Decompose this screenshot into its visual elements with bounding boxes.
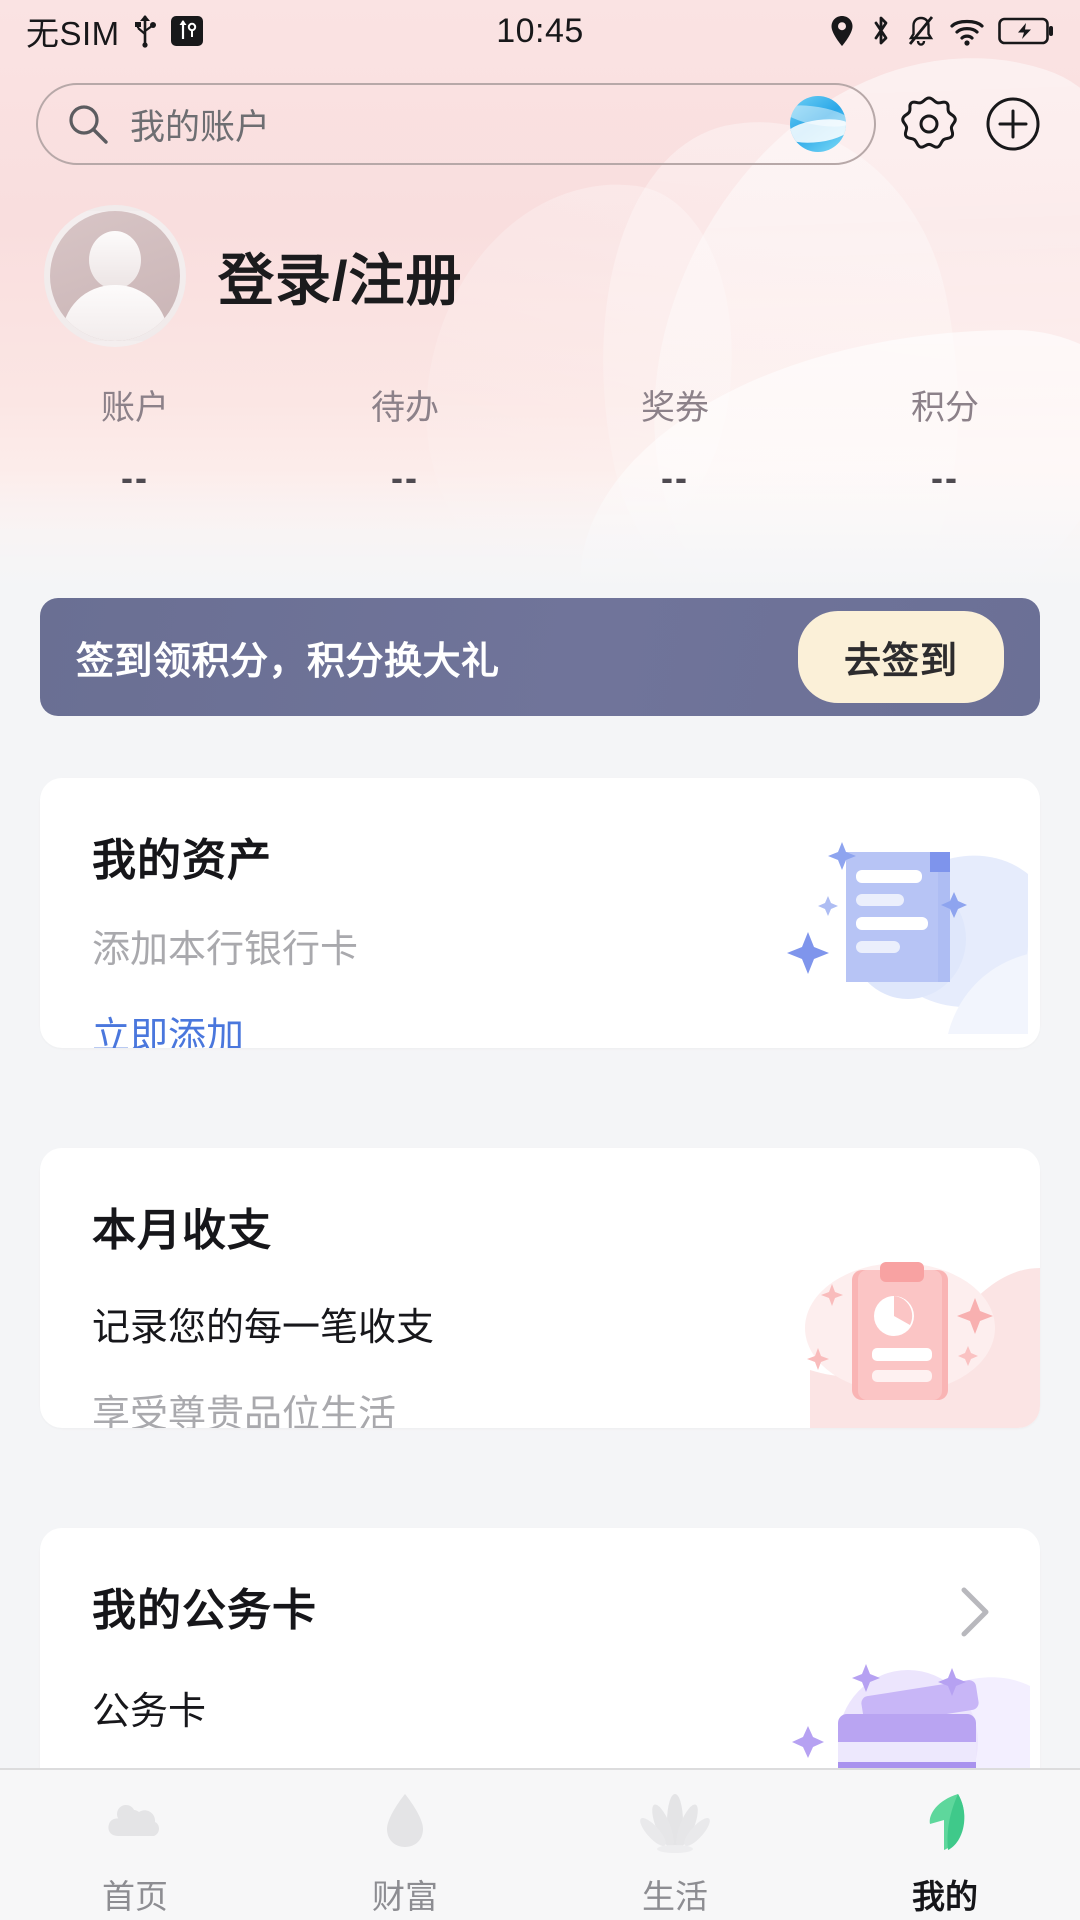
- status-bar: 无SIM 10:45: [0, 0, 1080, 62]
- search-placeholder: 我的账户: [130, 99, 270, 150]
- card-subtitle: 添加本行银行卡: [92, 918, 1040, 973]
- nav-label: 首页: [102, 1870, 168, 1918]
- plus-circle-icon: [983, 94, 1043, 154]
- nav-item-life[interactable]: 生活: [540, 1786, 810, 1918]
- card-subtitle: 记录您的每一笔收支: [92, 1296, 1040, 1351]
- stat-label: 积分: [810, 380, 1080, 429]
- add-button[interactable]: [982, 93, 1044, 155]
- app-screen: 无SIM 10:45: [0, 0, 1080, 1920]
- droplet-wealth-icon: [368, 1786, 442, 1860]
- nav-label: 财富: [372, 1870, 438, 1918]
- leaf-profile-icon: [908, 1786, 982, 1860]
- nav-item-profile[interactable]: 我的: [810, 1786, 1080, 1918]
- stat-label: 待办: [270, 380, 540, 429]
- stat-value: --: [0, 457, 270, 499]
- monthly-income-expense-card[interactable]: 本月收支 记录您的每一笔收支 享受尊贵品位生活: [40, 1148, 1040, 1428]
- settings-button[interactable]: [898, 93, 960, 155]
- nav-label: 我的: [912, 1870, 978, 1918]
- checkin-button[interactable]: 去签到: [798, 611, 1004, 703]
- card-caption: 享受尊贵品位生活: [92, 1383, 1040, 1428]
- login-register-label[interactable]: 登录/注册: [218, 236, 463, 317]
- search-icon: [66, 102, 110, 146]
- stat-value: --: [810, 457, 1080, 499]
- stat-item-account[interactable]: 账户 --: [0, 380, 270, 499]
- mute-icon: [906, 14, 936, 48]
- my-assets-card[interactable]: 我的资产 添加本行银行卡 立即添加: [40, 778, 1040, 1048]
- stat-item-points[interactable]: 积分 --: [810, 380, 1080, 499]
- lotus-life-icon: [638, 1786, 712, 1860]
- wifi-icon: [949, 14, 985, 48]
- card-subtitle: 公务卡: [92, 1680, 1040, 1735]
- card-title: 本月收支: [92, 1194, 1040, 1258]
- stat-label: 账户: [0, 380, 270, 429]
- nav-item-home[interactable]: 首页: [0, 1786, 270, 1918]
- chevron-right-icon[interactable]: [954, 1584, 994, 1640]
- nav-label: 生活: [642, 1870, 708, 1918]
- stat-value: --: [540, 457, 810, 499]
- search-input[interactable]: 我的账户: [36, 83, 876, 165]
- ai-orb-icon[interactable]: [790, 96, 846, 152]
- avatar[interactable]: [44, 205, 186, 347]
- card-title: 我的公务卡: [92, 1574, 1040, 1638]
- header-bar: 我的账户: [0, 78, 1080, 170]
- battery-charging-icon: [998, 15, 1054, 47]
- cloud-home-icon: [98, 1786, 172, 1860]
- add-card-link[interactable]: 立即添加: [92, 1005, 1040, 1048]
- checkin-banner[interactable]: 签到领积分，积分换大礼 去签到: [40, 598, 1040, 716]
- gear-icon: [899, 94, 959, 154]
- bottom-navigation: 首页 财富 生活 我的: [0, 1768, 1080, 1920]
- stat-item-coupons[interactable]: 奖券 --: [540, 380, 810, 499]
- stat-item-todo[interactable]: 待办 --: [270, 380, 540, 499]
- stat-label: 奖券: [540, 380, 810, 429]
- card-title: 我的资产: [92, 824, 1040, 888]
- location-icon: [828, 14, 856, 48]
- bluetooth-icon: [869, 14, 893, 48]
- stat-value: --: [270, 457, 540, 499]
- stats-row: 账户 -- 待办 -- 奖券 -- 积分 --: [0, 380, 1080, 499]
- nav-item-wealth[interactable]: 财富: [270, 1786, 540, 1918]
- checkin-banner-text: 签到领积分，积分换大礼: [76, 630, 500, 685]
- profile-section[interactable]: 登录/注册: [44, 205, 463, 347]
